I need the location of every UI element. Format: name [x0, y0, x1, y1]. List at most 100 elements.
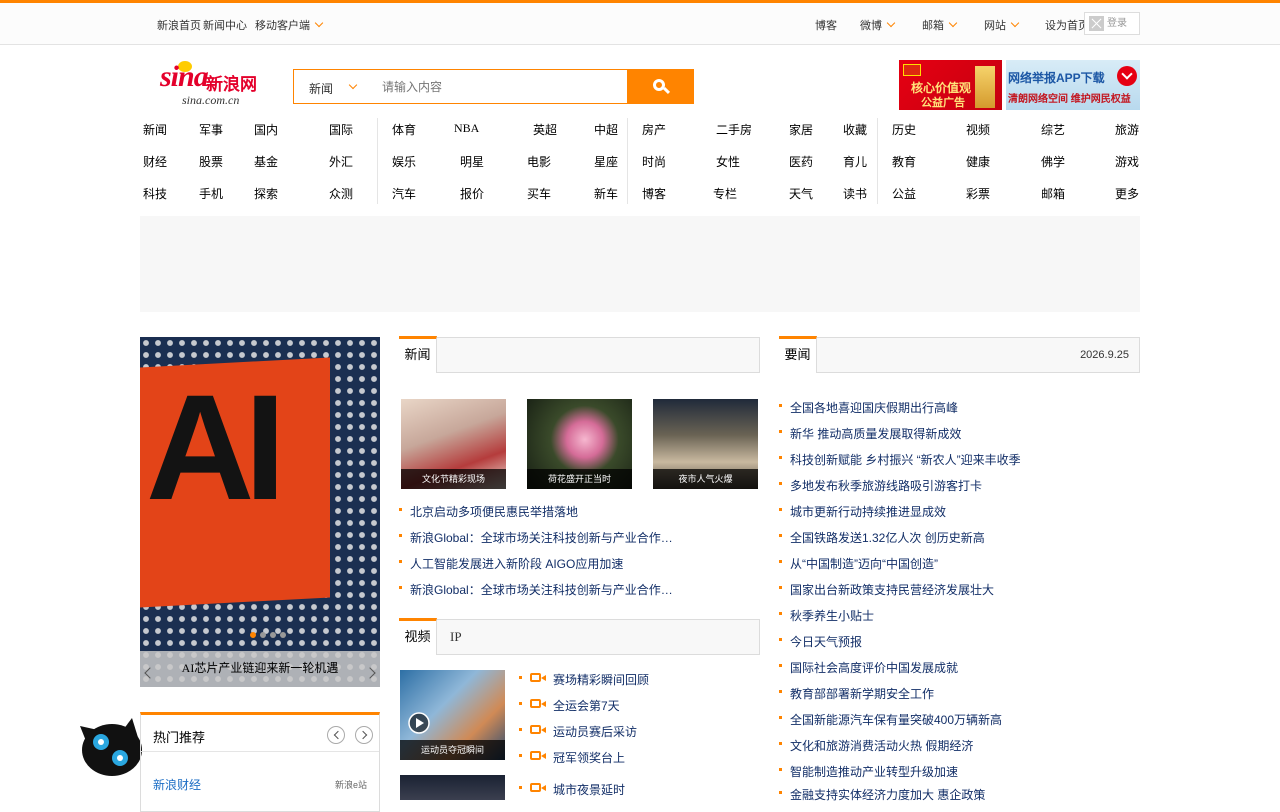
nav-item[interactable]: 收藏 — [843, 121, 867, 138]
nav-item[interactable]: 外汇 — [329, 153, 353, 170]
nav-item[interactable]: 公益 — [892, 185, 916, 202]
hot-list-item[interactable]: 国际社会高度评价中国发展成就 — [779, 659, 958, 676]
hot-list-item[interactable]: 全国新能源汽车保有量突破400万辆新高 — [779, 711, 1002, 728]
slider-caption[interactable]: AI芯片产业链迎来新一轮机遇 — [140, 651, 380, 687]
news-list-item[interactable]: 新浪Global：全球市场关注科技创新与产业合作… — [399, 529, 673, 546]
nav-item[interactable]: 英超 — [533, 121, 557, 138]
top-link-mobile[interactable]: 移动客户端 — [255, 17, 324, 33]
nav-item[interactable]: NBA — [454, 121, 479, 136]
hot-list-item[interactable]: 秋季养生小贴士 — [779, 607, 874, 624]
hot-list-item[interactable]: 国家出台新政策支持民营经济发展壮大 — [779, 581, 994, 598]
hot-list-item[interactable]: 全国各地喜迎国庆假期出行高峰 — [779, 399, 958, 416]
recommend-first-item[interactable]: 新浪财经 — [153, 776, 201, 793]
news-list-item[interactable]: 人工智能发展进入新阶段 AIGO应用加速 — [399, 555, 623, 572]
top-link-weibo[interactable]: 微博 — [860, 17, 896, 33]
close-icon[interactable] — [1089, 16, 1104, 31]
nav-item[interactable]: 买车 — [527, 185, 551, 202]
nav-item[interactable]: 博客 — [642, 185, 666, 202]
nav-item[interactable]: 国际 — [329, 121, 353, 138]
slider-dot[interactable] — [270, 632, 276, 638]
nav-item[interactable]: 电影 — [527, 153, 551, 170]
hot-list-item[interactable]: 智能制造推动产业转型升级加速 — [779, 763, 958, 780]
news-photo[interactable]: 夜市人气火爆 — [653, 399, 758, 489]
top-link-blog[interactable]: 博客 — [815, 17, 837, 33]
nav-item[interactable]: 基金 — [254, 153, 278, 170]
nav-item[interactable]: 国内 — [254, 121, 278, 138]
tab-news[interactable]: 新闻 — [399, 336, 437, 373]
nav-item[interactable]: 新车 — [594, 185, 618, 202]
hot-list-item[interactable]: 教育部部署新学期安全工作 — [779, 685, 934, 702]
sina-logo[interactable]: sina 新浪网 sina.com.cn — [160, 60, 272, 110]
nav-item[interactable]: 房产 — [642, 121, 666, 138]
nav-item[interactable]: 明星 — [460, 153, 484, 170]
nav-item[interactable]: 股票 — [199, 153, 223, 170]
nav-item[interactable]: 佛学 — [1041, 153, 1065, 170]
hot-list-item[interactable]: 科技创新赋能 乡村振兴 “新农人”迎来丰收季 — [779, 451, 1021, 468]
nav-item[interactable]: 游戏 — [1115, 153, 1139, 170]
video-thumb[interactable] — [400, 775, 505, 800]
nav-item[interactable]: 健康 — [966, 153, 990, 170]
top-link-sethome[interactable]: 设为首页 — [1045, 17, 1089, 33]
video-list-item[interactable]: 运动员赛后采访 — [519, 723, 637, 740]
nav-item[interactable]: 更多 — [1115, 185, 1139, 202]
nav-item[interactable]: 专栏 — [713, 185, 737, 202]
hot-list-item[interactable]: 从“中国制造”迈向“中国创造” — [779, 555, 938, 572]
nav-item[interactable]: 家居 — [789, 121, 813, 138]
tab-video[interactable]: 视频 — [399, 618, 437, 655]
tab-headlines[interactable]: 要闻 — [779, 336, 817, 373]
ad-core-values[interactable]: 核心价值观 公益广告 — [899, 60, 1002, 110]
nav-item[interactable]: 探索 — [254, 185, 278, 202]
slider-dot[interactable] — [260, 632, 266, 638]
nav-item[interactable]: 二手房 — [716, 121, 752, 138]
nav-item[interactable]: 旅游 — [1115, 121, 1139, 138]
nav-item[interactable]: 军事 — [199, 121, 223, 138]
hot-list-item[interactable]: 金融支持实体经济力度加大 惠企政策 — [779, 786, 985, 803]
top-link-news[interactable]: 新闻中心 — [203, 17, 247, 33]
slider-dot[interactable] — [250, 632, 256, 638]
nav-item[interactable]: 中超 — [594, 121, 618, 138]
nav-item[interactable]: 财经 — [143, 153, 167, 170]
login-button[interactable]: 登录 — [1084, 12, 1140, 35]
nav-item[interactable]: 汽车 — [392, 185, 416, 202]
news-list-item[interactable]: 北京启动多项便民惠民举措落地 — [399, 503, 578, 520]
nav-item[interactable]: 历史 — [892, 121, 916, 138]
slider-dot[interactable] — [280, 632, 286, 638]
next-button[interactable] — [355, 726, 373, 744]
play-icon[interactable] — [408, 712, 430, 734]
nav-item[interactable]: 科技 — [143, 185, 167, 202]
nav-item[interactable]: 女性 — [716, 153, 740, 170]
hot-list-item[interactable]: 全国铁路发送1.32亿人次 创历史新高 — [779, 529, 985, 546]
nav-item[interactable]: 教育 — [892, 153, 916, 170]
video-list-item[interactable]: 冠军领奖台上 — [519, 749, 625, 766]
nav-item[interactable]: 邮箱 — [1041, 185, 1065, 202]
top-link-home[interactable]: 新浪首页 — [157, 17, 201, 33]
nav-item[interactable]: 读书 — [843, 185, 867, 202]
hot-list-item[interactable]: 新华 推动高质量发展取得新成效 — [779, 425, 961, 442]
nav-item[interactable]: 医药 — [789, 153, 813, 170]
nav-item[interactable]: 综艺 — [1041, 121, 1065, 138]
hot-list-item[interactable]: 文化和旅游消费活动火热 假期经济 — [779, 737, 973, 754]
nav-item[interactable]: 众测 — [329, 185, 353, 202]
cat-mascot-icon[interactable] — [76, 712, 146, 782]
top-link-mail[interactable]: 邮箱 — [922, 17, 958, 33]
search-category-select[interactable]: 新闻 — [293, 69, 369, 104]
nav-item[interactable]: 娱乐 — [392, 153, 416, 170]
news-list-item[interactable]: 新浪Global：全球市场关注科技创新与产业合作… — [399, 581, 673, 598]
video-list-item[interactable]: 城市夜景延时 — [519, 781, 625, 798]
hot-list-item[interactable]: 多地发布秋季旅游线路吸引游客打卡 — [779, 477, 982, 494]
video-panel-subtitle[interactable]: IP — [450, 629, 462, 645]
news-photo[interactable]: 荷花盛开正当时 — [527, 399, 632, 489]
nav-item[interactable]: 彩票 — [966, 185, 990, 202]
top-link-site[interactable]: 网站 — [984, 17, 1020, 33]
video-list-item[interactable]: 赛场精彩瞬间回顾 — [519, 671, 649, 688]
search-button[interactable] — [627, 69, 694, 104]
news-photo[interactable]: 文化节精彩现场 — [401, 399, 506, 489]
nav-item[interactable]: 视频 — [966, 121, 990, 138]
video-thumb[interactable]: 运动员夺冠瞬间 — [400, 670, 505, 760]
nav-item[interactable]: 天气 — [789, 185, 813, 202]
search-input[interactable] — [368, 69, 628, 104]
nav-item[interactable]: 星座 — [594, 153, 618, 170]
hot-list-item[interactable]: 今日天气预报 — [779, 633, 862, 650]
focus-slider[interactable]: AI AI芯片产业链迎来新一轮机遇 — [140, 337, 380, 687]
ad-report-app[interactable]: 网络举报APP下载 清朗网络空间 维护网民权益 — [1006, 60, 1140, 110]
